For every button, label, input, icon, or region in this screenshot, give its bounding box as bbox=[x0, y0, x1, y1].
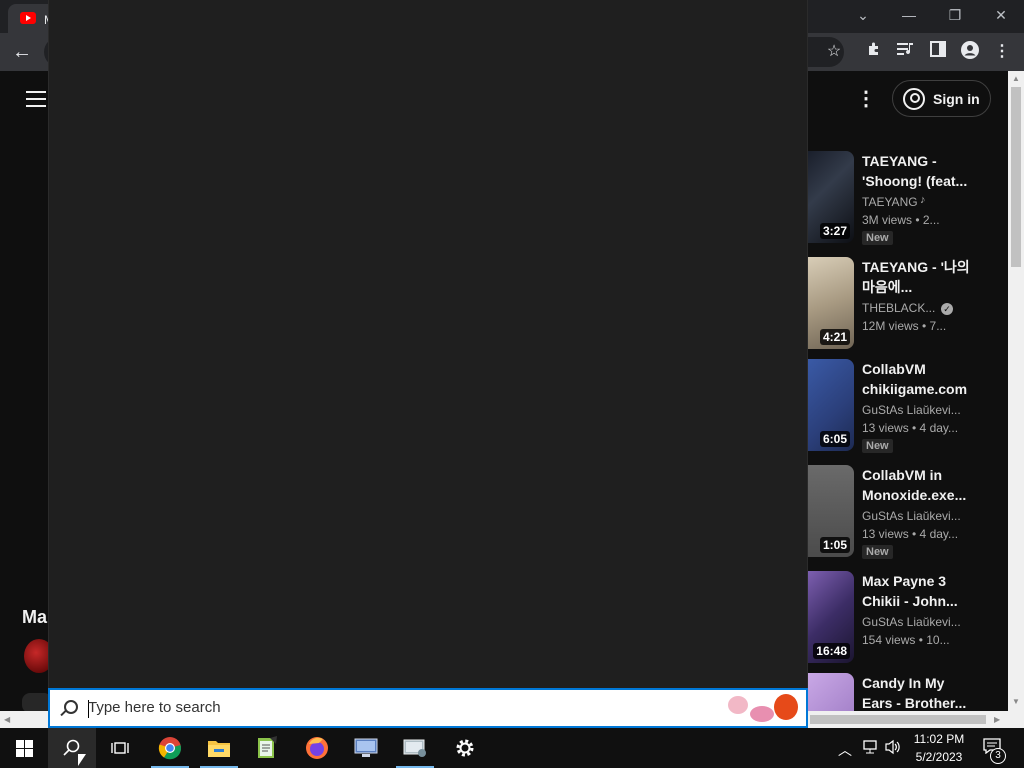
video-duration: 1:05 bbox=[819, 537, 850, 553]
video-meta: 154 views • 10... bbox=[862, 633, 950, 647]
show-hidden-icons-chevron-icon[interactable]: ︿ bbox=[838, 740, 852, 760]
video-thumbnail[interactable]: 1:05 bbox=[808, 465, 854, 557]
video-title[interactable]: Candy In My Ears - Brother... bbox=[862, 673, 970, 711]
close-button[interactable]: ✕ bbox=[978, 0, 1024, 30]
control-panel-taskbar-button[interactable] bbox=[391, 728, 439, 768]
notepad-taskbar-button[interactable] bbox=[243, 728, 291, 768]
video-duration: 3:27 bbox=[819, 223, 850, 239]
channel-name[interactable]: THEBLACK... bbox=[862, 301, 938, 315]
channel-name[interactable]: GuStAs Liaŭkevi... bbox=[862, 403, 962, 417]
network-app-icon bbox=[354, 738, 378, 757]
video-meta: 12M views • 7... bbox=[862, 319, 947, 333]
minimize-button[interactable]: — bbox=[886, 0, 932, 30]
scroll-down-arrow-icon[interactable]: ▼ bbox=[1012, 697, 1020, 706]
channel-name[interactable]: GuStAs Liaŭkevi... bbox=[862, 615, 962, 629]
search-button[interactable] bbox=[48, 728, 96, 768]
mouse-cursor-icon bbox=[78, 754, 86, 766]
new-badge: New bbox=[862, 231, 893, 245]
new-badge: New bbox=[862, 545, 893, 559]
clock-time[interactable]: 11:02 PM bbox=[908, 732, 970, 746]
task-view-button[interactable] bbox=[96, 728, 144, 768]
extensions-puzzle-icon[interactable] bbox=[863, 41, 885, 63]
network-app-taskbar-button[interactable] bbox=[342, 728, 390, 768]
network-icon[interactable] bbox=[862, 739, 880, 758]
video-thumbnail[interactable] bbox=[808, 673, 854, 711]
search-highlight-flowers-icon bbox=[726, 692, 802, 726]
notepad-icon bbox=[258, 736, 277, 758]
media-queue-icon[interactable] bbox=[895, 41, 917, 63]
scroll-up-arrow-icon[interactable]: ▲ bbox=[1012, 74, 1020, 83]
recommendation-item[interactable]: 3:27 TAEYANG - 'Shoong! (feat... TAEYANG… bbox=[808, 151, 1008, 247]
search-glass-icon bbox=[64, 700, 78, 714]
chrome-taskbar-button[interactable] bbox=[146, 728, 194, 768]
search-flyout-panel bbox=[48, 0, 808, 688]
verified-check-icon: ✓ bbox=[941, 303, 953, 315]
firefox-taskbar-button[interactable] bbox=[293, 728, 341, 768]
volume-icon[interactable] bbox=[884, 739, 902, 758]
video-title[interactable]: CollabVM in Monoxide.exe... bbox=[862, 465, 970, 505]
video-meta: 13 views • 4 day... bbox=[862, 527, 959, 541]
task-view-icon bbox=[111, 742, 129, 754]
clock-date[interactable]: 5/2/2023 bbox=[908, 750, 970, 764]
scroll-right-arrow-icon[interactable]: ▶ bbox=[994, 715, 1000, 724]
windows-logo-icon bbox=[15, 739, 33, 757]
browser-menu-icon[interactable]: ⋮ bbox=[991, 41, 1013, 63]
notification-count-badge: 3 bbox=[990, 748, 1006, 764]
settings-icon bbox=[456, 739, 474, 757]
vertical-scrollbar[interactable]: ▲ ▼ bbox=[1008, 71, 1024, 711]
sign-in-button[interactable]: Sign in bbox=[892, 80, 991, 117]
account-circle-icon bbox=[903, 87, 925, 110]
video-title[interactable]: TAEYANG - '나의 마음에... bbox=[862, 257, 970, 297]
video-title[interactable]: CollabVM chikiigame.com bbox=[862, 359, 970, 399]
video-meta: 13 views • 4 day... bbox=[862, 421, 959, 435]
taskbar-search-box[interactable]: Type here to search bbox=[48, 688, 808, 728]
channel-name[interactable]: TAEYANG bbox=[862, 195, 962, 209]
recommendation-item[interactable]: 1:05 CollabVM in Monoxide.exe... GuStAs … bbox=[808, 465, 1008, 561]
channel-name[interactable]: GuStAs Liaŭkevi... bbox=[862, 509, 962, 523]
bookmark-star-icon[interactable]: ☆ bbox=[823, 41, 845, 63]
hamburger-menu-icon[interactable] bbox=[26, 91, 46, 107]
video-meta: 3M views • 2... bbox=[862, 213, 940, 227]
video-title[interactable]: TAEYANG - 'Shoong! (feat... bbox=[862, 151, 970, 191]
video-thumbnail[interactable]: 4:21 bbox=[808, 257, 854, 349]
new-badge: New bbox=[862, 439, 893, 453]
chrome-icon bbox=[158, 737, 182, 760]
settings-taskbar-button[interactable] bbox=[441, 728, 489, 768]
video-duration: 16:48 bbox=[813, 643, 850, 659]
side-panel-icon[interactable] bbox=[927, 41, 949, 63]
recommendation-item[interactable]: 16:48 Max Payne 3 Chikii - John... GuStA… bbox=[808, 571, 1008, 667]
sign-in-label: Sign in bbox=[933, 90, 980, 107]
recommendation-item[interactable]: 4:21 TAEYANG - '나의 마음에... THEBLACK... ✓ … bbox=[808, 257, 1008, 353]
video-thumbnail[interactable]: 3:27 bbox=[808, 151, 854, 243]
video-thumbnail[interactable]: 16:48 bbox=[808, 571, 854, 663]
file-explorer-taskbar-button[interactable] bbox=[195, 728, 243, 768]
tab-search-dropdown-icon[interactable]: ⌄ bbox=[840, 0, 886, 30]
video-duration: 6:05 bbox=[819, 431, 850, 447]
back-arrow-icon[interactable]: ← bbox=[11, 41, 33, 63]
horizontal-scrollbar-thumb[interactable] bbox=[810, 715, 986, 724]
windows-taskbar: ︿ 11:02 PM 5/2/2023 3 bbox=[0, 728, 1024, 768]
music-note-icon: ♪ bbox=[920, 194, 926, 206]
video-duration: 4:21 bbox=[819, 329, 850, 345]
start-button[interactable] bbox=[0, 728, 48, 768]
search-input[interactable]: Type here to search bbox=[88, 699, 221, 716]
settings-kebab-icon[interactable]: ⋮ bbox=[856, 89, 876, 109]
vertical-scrollbar-thumb[interactable] bbox=[1011, 87, 1021, 267]
profile-icon[interactable] bbox=[959, 41, 981, 63]
control-panel-icon bbox=[403, 739, 426, 757]
recommendation-item[interactable]: 6:05 CollabVM chikiigame.com GuStAs Liaŭ… bbox=[808, 359, 1008, 455]
scroll-left-arrow-icon[interactable]: ◀ bbox=[4, 715, 10, 724]
recommendation-item[interactable]: Candy In My Ears - Brother... bbox=[808, 673, 1008, 711]
firefox-icon bbox=[306, 737, 328, 759]
file-explorer-icon bbox=[208, 741, 230, 757]
youtube-favicon-icon bbox=[20, 12, 36, 24]
video-thumbnail[interactable]: 6:05 bbox=[808, 359, 854, 451]
restore-button[interactable]: ❐ bbox=[932, 0, 978, 30]
video-title[interactable]: Max Payne 3 Chikii - John... bbox=[862, 571, 970, 611]
partial-section-title: Ma bbox=[22, 607, 48, 627]
